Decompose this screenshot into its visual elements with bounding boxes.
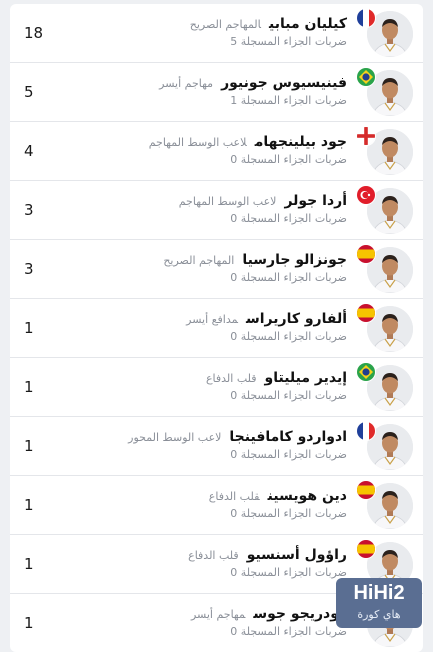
penalties-label: ضربات الجزاء المسجلة (240, 448, 347, 461)
penalties-label: ضربات الجزاء المسجلة (240, 625, 347, 638)
player-info: أردا جولر لاعب الوسط المهاجم ضربات الجزاء… (179, 190, 347, 228)
spain-flag-icon (357, 245, 375, 263)
player-row[interactable]: 1 دين هويسين قلب الدفاع ضربات الجزاء المس… (10, 476, 423, 535)
player-position: قلب الدفاع (208, 490, 260, 503)
player-name[interactable]: راؤول أسنسيو (247, 547, 347, 563)
penalties-value: 0 (230, 271, 238, 284)
player-info: ادواردو كامافينجا لاعب الوسط المحور ضربات… (128, 426, 347, 464)
spain-flag-icon (357, 304, 375, 322)
penalties-label: ضربات الجزاء المسجلة (240, 35, 347, 48)
player-name[interactable]: رودريجو جوس (253, 606, 347, 622)
player-row[interactable]: 1 ألفارو كاريراس مدافع أيسر ضربات الجزاء … (10, 299, 423, 358)
player-info: جود بيلينجهام لاعب الوسط المهاجم ضربات ال… (149, 131, 347, 169)
player-row[interactable]: 1 ادواردو كامافينجا لاعب الوسط المحور ضرب… (10, 417, 423, 476)
player-name[interactable]: ادواردو كامافينجا (229, 429, 347, 445)
player-position: مهاجم أيسر (159, 77, 214, 90)
player-info: فينيسيوس جونيور مهاجم أيسر ضربات الجزاء ا… (159, 72, 347, 110)
penalties-value: 0 (230, 212, 238, 225)
penalties-value: 1 (230, 94, 238, 107)
stat-count: 5 (24, 83, 34, 101)
penalties-label: ضربات الجزاء المسجلة (240, 389, 347, 402)
player-name[interactable]: أردا جولر (284, 193, 347, 209)
stat-count: 1 (24, 555, 34, 573)
stat-count: 1 (24, 437, 34, 455)
player-info: راؤول أسنسيو قلب الدفاع ضربات الجزاء المس… (188, 544, 347, 582)
player-row[interactable]: 3 أردا جولر لاعب الوسط المهاجم ضربات الجز… (10, 181, 423, 240)
player-row[interactable]: 18 كيليان مبابي المهاجم الصريح ضربات الجز… (10, 4, 423, 63)
spain-flag-icon (357, 481, 375, 499)
player-info: رودريجو جوس مهاجم أيسر ضربات الجزاء المسج… (191, 603, 347, 641)
penalties-value: 0 (230, 448, 238, 461)
spain-flag-icon (357, 540, 375, 558)
turkey-flag-icon (357, 186, 375, 204)
player-position: لاعب الوسط المهاجم (178, 195, 277, 208)
player-info: كيليان مبابي المهاجم الصريح ضربات الجزاء … (190, 13, 347, 51)
stat-count: 1 (24, 496, 34, 514)
player-info: ألفارو كاريراس مدافع أيسر ضربات الجزاء ال… (186, 308, 347, 346)
penalties-label: ضربات الجزاء المسجلة (240, 507, 347, 520)
player-name[interactable]: دين هويسين (268, 488, 347, 504)
player-name[interactable]: كيليان مبابي (269, 16, 347, 32)
player-row[interactable]: 4 جود بيلينجهام لاعب الوسط المهاجم ضربات … (10, 122, 423, 181)
brazil-flag-icon (357, 68, 375, 86)
penalties-label: ضربات الجزاء المسجلة (240, 566, 347, 579)
player-row[interactable]: 5 فينيسيوس جونيور مهاجم أيسر ضربات الجزاء… (10, 63, 423, 122)
france-flag-icon (357, 9, 375, 27)
player-info: دين هويسين قلب الدفاع ضربات الجزاء المسجل… (209, 485, 347, 523)
player-position: لاعب الوسط المحور (128, 431, 222, 444)
watermark-main-text: HiHi2 (353, 582, 405, 604)
player-name[interactable]: جود بيلينجهام (255, 134, 347, 150)
player-position: قلب الدفاع (205, 372, 257, 385)
penalties-value: 0 (230, 566, 238, 579)
site-watermark-logo: HiHi2 هاي كورة (336, 578, 422, 628)
penalties-value: 0 (230, 625, 238, 638)
player-position: مدافع أيسر (186, 313, 238, 326)
stat-count: 3 (24, 260, 34, 278)
penalties-value: 0 (230, 330, 238, 343)
player-name[interactable]: جونزالو جارسيا (242, 252, 347, 268)
stat-count: 1 (24, 378, 34, 396)
player-position: مهاجم أيسر (190, 608, 246, 621)
player-name[interactable]: فينيسيوس جونيور (221, 75, 347, 91)
france-flag-icon (357, 422, 375, 440)
penalties-label: ضربات الجزاء المسجلة (240, 212, 347, 225)
player-row[interactable]: 3 جونزالو جارسيا المهاجم الصريح ضربات الج… (10, 240, 423, 299)
penalties-label: ضربات الجزاء المسجلة (240, 271, 347, 284)
brazil-flag-icon (357, 363, 375, 381)
stat-count: 4 (24, 142, 34, 160)
penalties-value: 0 (230, 389, 238, 402)
stat-count: 3 (24, 201, 34, 219)
england-flag-icon (357, 127, 375, 145)
penalties-label: ضربات الجزاء المسجلة (240, 330, 347, 343)
player-row[interactable]: 1 إيدير ميليتاو قلب الدفاع ضربات الجزاء ا… (10, 358, 423, 417)
penalties-value: 0 (230, 153, 238, 166)
penalties-value: 0 (230, 507, 238, 520)
penalties-label: ضربات الجزاء المسجلة (240, 153, 347, 166)
stat-count: 1 (24, 319, 34, 337)
player-position: المهاجم الصريح (189, 18, 262, 31)
player-name[interactable]: إيدير ميليتاو (265, 370, 347, 386)
player-info: جونزالو جارسيا المهاجم الصريح ضربات الجزا… (163, 249, 347, 287)
player-name[interactable]: ألفارو كاريراس (246, 311, 347, 327)
player-position: لاعب الوسط المهاجم (148, 136, 247, 149)
penalties-label: ضربات الجزاء المسجلة (240, 94, 347, 107)
player-info: إيدير ميليتاو قلب الدفاع ضربات الجزاء الم… (206, 367, 347, 405)
watermark-sub-text: هاي كورة (357, 608, 401, 621)
player-position: قلب الدفاع (188, 549, 239, 562)
penalties-value: 5 (230, 35, 238, 48)
stat-count: 18 (24, 24, 44, 42)
player-position: المهاجم الصريح (163, 254, 235, 267)
player-stats-list: 18 كيليان مبابي المهاجم الصريح ضربات الجز… (10, 4, 423, 652)
stat-count: 1 (24, 614, 34, 632)
